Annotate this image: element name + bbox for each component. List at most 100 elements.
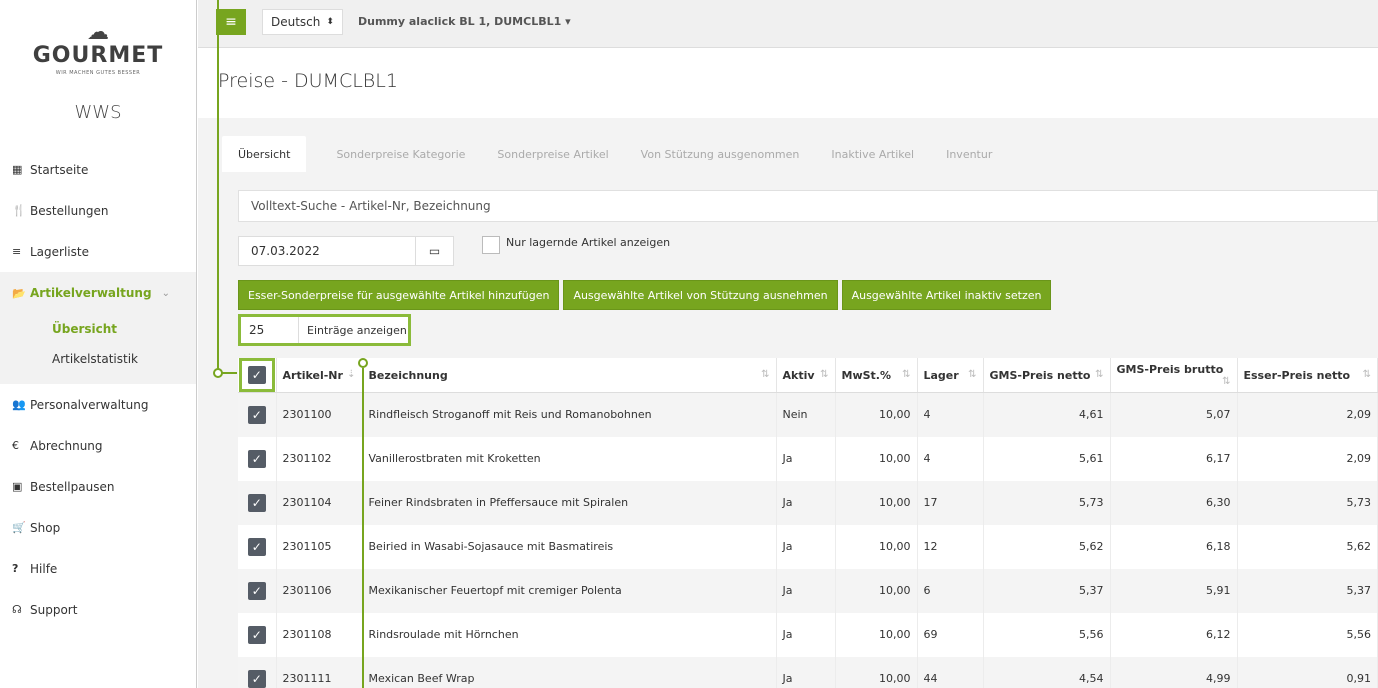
date-value: 07.03.2022 <box>251 244 320 258</box>
add-special-prices-button[interactable]: Esser-Sonderpreise für ausgewählte Artik… <box>238 280 560 310</box>
logo-name: GOURMET <box>32 43 164 68</box>
sidebar-item-startseite[interactable]: ▦ Startseite <box>0 149 196 190</box>
subnav-item-uebersicht[interactable]: Übersicht <box>0 314 196 344</box>
cell-bezeichnung: Beiried in Wasabi-Sojasauce mit Basmatir… <box>362 524 777 569</box>
table-row[interactable]: ✓ 2301108 Rindsroulade mit Hörnchen Ja 10,00… <box>238 612 1378 657</box>
annotation-line <box>362 368 364 688</box>
row-checkbox[interactable]: ✓ <box>247 405 266 424</box>
help-icon: ? <box>12 562 19 575</box>
page-length-select[interactable]: 25 Einträge anzeigen <box>238 314 411 346</box>
tab-uebersicht[interactable]: Übersicht <box>222 136 307 172</box>
artikelverwaltung-subnav: Übersicht Artikelstatistik <box>0 314 196 384</box>
page-length-value: 25 <box>241 317 299 343</box>
cell-esser-netto: 2,09 <box>1237 392 1378 437</box>
table-row[interactable]: ✓ 2301111 Mexican Beef Wrap Ja 10,00 44 4,54 4,… <box>238 656 1378 688</box>
cell-gms-brutto: 4,99 <box>1110 656 1238 688</box>
action-buttons: Esser-Sonderpreise für ausgewählte Artik… <box>238 280 1052 310</box>
sidebar-item-bestellungen[interactable]: 🍴 Bestellungen <box>0 190 196 231</box>
col-label: MwSt.% <box>841 368 892 382</box>
sidebar-item-artikelverwaltung[interactable]: 📂 Artikelverwaltung ⌄ <box>0 272 196 314</box>
cell-gms-netto: 5,37 <box>983 568 1111 613</box>
col-gms-brutto[interactable]: GMS-Preis brutto ⇅ <box>1110 358 1238 393</box>
tab-sonderpreise-artikel[interactable]: Sonderpreise Artikel <box>481 136 624 172</box>
tab-sonderpreise-kategorie[interactable]: Sonderpreise Kategorie <box>320 136 481 172</box>
col-esser-netto[interactable]: Esser-Preis netto ⇅ <box>1237 358 1378 393</box>
cell-bezeichnung: Vanillerostbraten mit Kroketten <box>362 436 777 481</box>
headset-icon: ☊ <box>12 603 22 616</box>
set-inactive-button[interactable]: Ausgewählte Artikel inaktiv setzen <box>841 280 1052 310</box>
table-row[interactable]: ✓ 2301105 Beiried in Wasabi-Sojasauce mit … <box>238 524 1378 569</box>
cell-mwst: 10,00 <box>835 436 918 481</box>
row-checkbox[interactable]: ✓ <box>247 669 266 688</box>
col-artikel-nr[interactable]: Artikel-Nr ⇣ <box>276 358 363 393</box>
sidebar-item-shop[interactable]: 🛒 Shop <box>0 507 196 548</box>
cell-aktiv: Ja <box>776 436 836 481</box>
calendar-icon[interactable]: ▭ <box>415 237 453 265</box>
sidebar: ☁ GOURMET WIR MACHEN GUTES BESSER WWS ▦ … <box>0 0 197 688</box>
language-select[interactable]: Deutsch ⬍ <box>262 9 343 35</box>
search-input[interactable]: Volltext-Suche - Artikel-Nr, Bezeichnung <box>238 190 1378 222</box>
chef-hat-icon: ☁ <box>87 20 109 45</box>
table-row[interactable]: ✓ 2301104 Feiner Rindsbraten in Pfeffersau… <box>238 480 1378 525</box>
sort-icon: ⇅ <box>820 368 829 380</box>
cell-artikel-nr: 2301100 <box>276 392 363 437</box>
cell-gms-netto: 5,62 <box>983 524 1111 569</box>
sidebar-item-label: Startseite <box>30 162 89 177</box>
tab-inaktive-artikel[interactable]: Inaktive Artikel <box>815 136 930 172</box>
annotation-dot <box>213 368 223 378</box>
sidebar-item-label: Shop <box>30 520 61 535</box>
cell-gms-netto: 5,73 <box>983 480 1111 525</box>
topbar: ≡ Deutsch ⬍ Dummy alaclick BL 1, DUMCLBL… <box>198 0 1378 48</box>
sort-icon: ⇅ <box>1222 376 1231 387</box>
sidebar-item-support[interactable]: ☊ Support <box>0 589 196 630</box>
main-content: Übersicht Sonderpreise Kategorie Sonderp… <box>198 118 1378 688</box>
cell-mwst: 10,00 <box>835 656 918 688</box>
subnav-item-artikelstatistik[interactable]: Artikelstatistik <box>0 344 196 374</box>
tab-inventur[interactable]: Inventur <box>930 136 1008 172</box>
tab-von-stuetzung-ausgenommen[interactable]: Von Stützung ausgenommen <box>625 136 816 172</box>
table-row[interactable]: ✓ 2301106 Mexikanischer Feuertopf mit crem… <box>238 568 1378 613</box>
row-checkbox[interactable]: ✓ <box>247 625 266 644</box>
cell-esser-netto: 5,73 <box>1237 480 1378 525</box>
row-checkbox[interactable]: ✓ <box>247 537 266 556</box>
cart-icon: 🛒 <box>12 521 26 534</box>
col-lager[interactable]: Lager ⇅ <box>917 358 984 393</box>
col-bezeichnung[interactable]: Bezeichnung ⇅ <box>362 358 777 393</box>
table-row[interactable]: ✓ 2301102 Vanillerostbraten mit Kroketten J… <box>238 436 1378 481</box>
col-label: Bezeichnung <box>368 368 448 382</box>
col-mwst[interactable]: MwSt.% ⇅ <box>835 358 918 393</box>
sidebar-item-hilfe[interactable]: ? Hilfe <box>0 548 196 589</box>
sort-icon: ⇅ <box>1095 368 1104 380</box>
page-title: Preise - DUMCLBL1 <box>218 70 398 92</box>
cell-artikel-nr: 2301104 <box>276 480 363 525</box>
row-select-cell: ✓ <box>238 656 277 688</box>
table-row[interactable]: ✓ 2301100 Rindfleisch Stroganoff mit Reis … <box>238 392 1378 437</box>
col-gms-netto[interactable]: GMS-Preis netto ⇅ <box>983 358 1111 393</box>
articles-table: ✓ Artikel-Nr ⇣ Bezeichnung ⇅ Aktiv ⇅ MwSt.%… <box>238 358 1378 688</box>
row-checkbox[interactable]: ✓ <box>247 581 266 600</box>
cell-aktiv: Ja <box>776 480 836 525</box>
col-aktiv[interactable]: Aktiv ⇅ <box>776 358 836 393</box>
row-checkbox[interactable]: ✓ <box>247 449 266 468</box>
cell-artikel-nr: 2301105 <box>276 524 363 569</box>
account-dropdown[interactable]: Dummy alaclick BL 1, DUMCLBL1 ▾ <box>358 15 571 28</box>
menu-toggle-button[interactable]: ≡ <box>216 9 246 35</box>
cell-bezeichnung: Rindsroulade mit Hörnchen <box>362 612 777 657</box>
sidebar-item-label: Hilfe <box>30 561 58 576</box>
exclude-from-subsidy-button[interactable]: Ausgewählte Artikel von Stützung ausnehm… <box>563 280 838 310</box>
cell-aktiv: Nein <box>776 392 836 437</box>
stock-only-checkbox[interactable] <box>482 236 500 254</box>
date-field[interactable]: 07.03.2022 ▭ <box>238 236 454 266</box>
row-checkbox[interactable]: ✓ <box>247 493 266 512</box>
stock-only-filter[interactable]: Nur lagernde Artikel anzeigen <box>482 236 670 254</box>
sidebar-item-abrechnung[interactable]: € Abrechnung <box>0 425 196 466</box>
select-all-checkbox[interactable]: ✓ <box>247 366 266 384</box>
sidebar-item-lagerliste[interactable]: ≡ Lagerliste <box>0 231 196 272</box>
row-select-cell: ✓ <box>238 568 277 613</box>
cell-gms-netto: 4,54 <box>983 656 1111 688</box>
row-select-cell: ✓ <box>238 392 277 437</box>
sidebar-item-bestellpausen[interactable]: ▣ Bestellpausen <box>0 466 196 507</box>
tab-bar: Übersicht Sonderpreise Kategorie Sonderp… <box>222 136 1008 172</box>
sidebar-item-personalverwaltung[interactable]: 👥 Personalverwaltung <box>0 384 196 425</box>
sort-asc-icon: ⇣ <box>347 368 356 380</box>
